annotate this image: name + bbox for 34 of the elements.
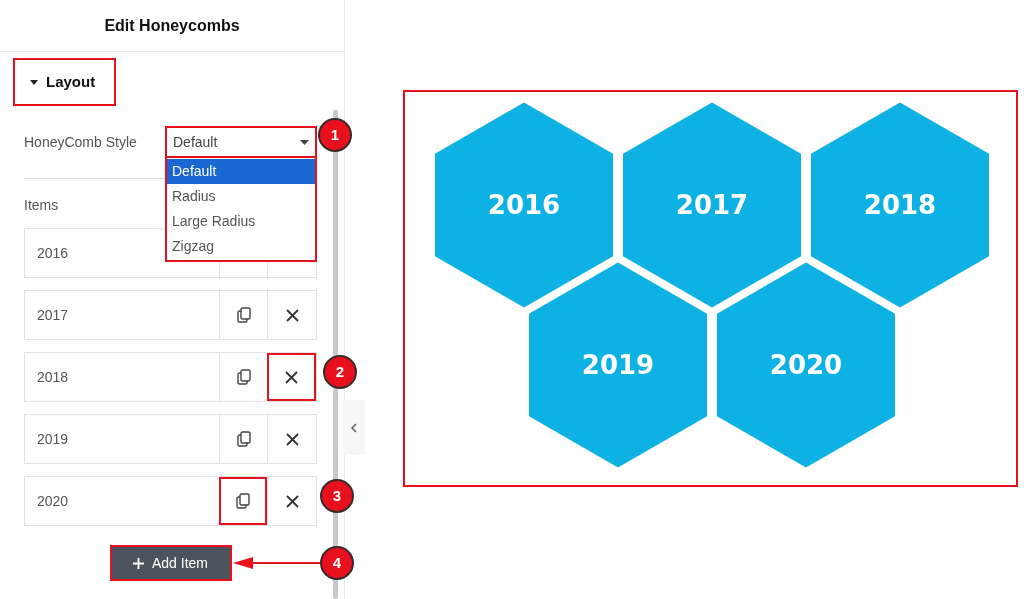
panel-title: Edit Honeycombs	[104, 15, 240, 36]
caret-icon	[300, 139, 309, 145]
step-badge: 1	[318, 118, 352, 152]
dropdown-option[interactable]: Zigzag	[167, 234, 315, 259]
step-badge: 2	[323, 355, 357, 389]
honeycomb-cell: 2020	[717, 262, 895, 468]
honeycomb-cell: 2019	[529, 262, 707, 468]
collapse-handle[interactable]	[343, 400, 365, 455]
close-icon	[285, 370, 298, 384]
chevron-left-icon	[351, 422, 357, 433]
dropdown-option[interactable]: Default	[167, 159, 315, 184]
layout-section-header[interactable]: Layout	[13, 58, 116, 106]
copy-icon	[236, 307, 251, 323]
items-label: Items	[24, 196, 59, 215]
copy-icon	[236, 431, 251, 447]
honeycomb-cell: 2017	[623, 102, 801, 308]
remove-button[interactable]	[267, 353, 316, 401]
honeycomb-cell: 2018	[811, 102, 989, 308]
plus-icon	[133, 557, 144, 569]
honeycomb-cell: 2016	[435, 102, 613, 308]
close-icon	[285, 308, 299, 322]
field-label: HoneyComb Style	[24, 132, 137, 152]
dropdown-option[interactable]: Large Radius	[167, 209, 315, 234]
add-item-button[interactable]: Add Item	[109, 545, 232, 581]
step-badge: 4	[320, 546, 354, 580]
copy-icon	[236, 369, 251, 385]
close-icon	[285, 494, 299, 508]
style-select[interactable]: Default	[165, 126, 317, 158]
copy-icon	[236, 493, 250, 509]
close-icon	[285, 432, 299, 446]
duplicate-button[interactable]	[219, 477, 267, 525]
dropdown-option[interactable]: Radius	[167, 184, 315, 209]
caret-icon	[30, 79, 38, 85]
step-badge: 3	[320, 479, 354, 513]
